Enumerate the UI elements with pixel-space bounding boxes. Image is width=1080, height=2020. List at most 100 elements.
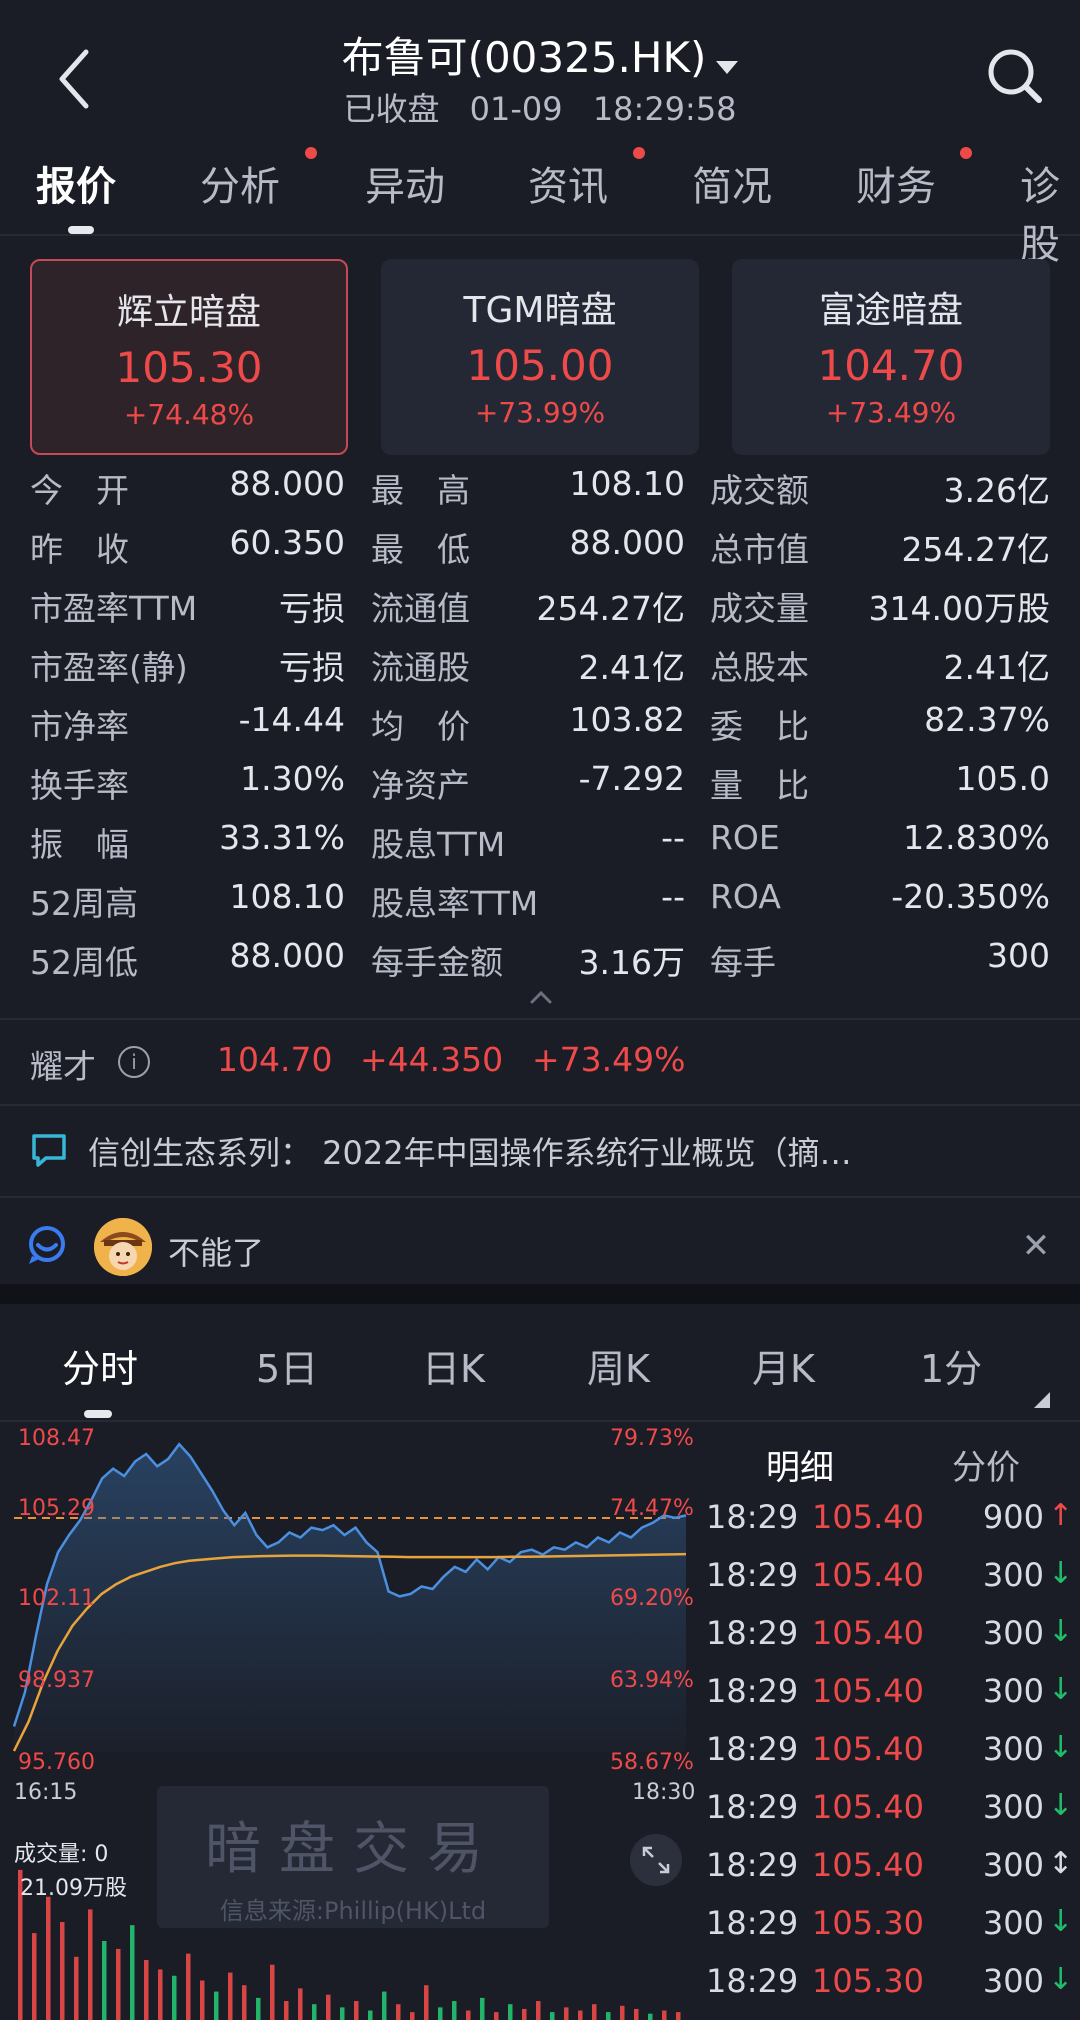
volume-bar xyxy=(256,1997,261,2020)
divider xyxy=(0,1104,1080,1106)
price-distribution-tab[interactable]: 分价 xyxy=(952,1440,1020,1489)
trade-row: 18:29 105.40 300 ↓ xyxy=(700,1614,1080,1672)
close-icon[interactable]: ✕ xyxy=(1016,1226,1056,1266)
stats-row: 市净率 -14.44 均 价 103.82 委 比 82.37% xyxy=(30,700,1050,759)
dark-pool-change: +74.48% xyxy=(123,398,255,431)
trade-direction-icon: ↓ xyxy=(1048,1556,1074,1591)
tab-movement[interactable]: 异动 xyxy=(365,154,445,212)
period-more-icon[interactable] xyxy=(1034,1392,1050,1408)
stat-value: 12.830% xyxy=(903,818,1050,857)
dark-pool-price: 104.70 xyxy=(817,341,965,390)
stats-row: 振 幅 33.31% 股息TTM -- ROE 12.830% xyxy=(30,818,1050,877)
stat-value: 103.82 xyxy=(569,700,685,739)
stat-value: 82.37% xyxy=(924,700,1050,739)
avatar xyxy=(94,1218,152,1276)
header: 布鲁可(00325.HK) 已收盘 01-09 18:29:58 xyxy=(0,0,1080,140)
axis-time-start: 16:15 xyxy=(14,1780,78,1805)
after-hours-change: +44.350 xyxy=(360,1040,504,1079)
stat-value: 300 xyxy=(987,936,1050,975)
volume-bar xyxy=(326,1994,331,2020)
tab-monthly-k[interactable]: 月K xyxy=(752,1338,815,1393)
axis-price-high: 108.47 xyxy=(18,1426,95,1451)
volume-bar xyxy=(466,2010,471,2020)
volume-bar xyxy=(298,1988,303,2020)
stats-row: 今 开 88.000 最 高 108.10 成交额 3.26亿 xyxy=(30,464,1050,523)
stat-label: 委 比 xyxy=(710,707,809,746)
tab-finance[interactable]: 财务 xyxy=(856,154,936,212)
dark-pool-change: +73.99% xyxy=(474,396,606,429)
stat-value: 254.27亿 xyxy=(901,530,1050,569)
trade-time: 18:29 xyxy=(706,1904,799,1942)
dark-pool-card-phillip[interactable]: 辉立暗盘 105.30 +74.48% xyxy=(30,259,348,455)
volume-bar xyxy=(214,1991,219,2020)
tab-news[interactable]: 资讯 xyxy=(528,154,608,212)
trade-row: 18:29 105.30 300 ↓ xyxy=(700,1962,1080,2020)
tab-diagnosis[interactable]: 诊股 xyxy=(1020,154,1080,270)
tab-quote[interactable]: 报价 xyxy=(36,154,116,212)
volume-bar xyxy=(410,2012,415,2020)
stat-label: 股息率TTM xyxy=(371,884,539,923)
tab-1min[interactable]: 1分 xyxy=(920,1338,982,1393)
fullscreen-icon[interactable] xyxy=(630,1834,682,1886)
volume-bar xyxy=(452,2001,457,2020)
dark-pool-change: +73.49% xyxy=(825,396,957,429)
collapse-chevron-icon[interactable] xyxy=(530,990,552,1004)
volume-bar xyxy=(74,1956,79,2020)
news-ticker[interactable]: 信创生态系列： 2022年中国操作系统行业概览（摘… xyxy=(30,1126,1050,1176)
tab-daily-k[interactable]: 日K xyxy=(422,1338,485,1393)
trade-volume: 300 xyxy=(982,1788,1044,1826)
stat-label: 市盈率TTM xyxy=(30,589,198,628)
stock-title: 布鲁可(00325.HK) xyxy=(341,33,707,82)
trade-row: 18:29 105.40 300 ↓ xyxy=(700,1672,1080,1730)
intraday-chart[interactable]: 108.47 105.29 102.11 98.937 95.760 79.73… xyxy=(0,1422,700,2020)
stat-value: 亏损 xyxy=(279,648,345,687)
dark-pool-card-tgm[interactable]: TGM暗盘 105.00 +73.99% xyxy=(381,259,699,455)
tab-finance-dot xyxy=(960,147,972,159)
quote-tabs: 报价 分析 异动 资讯 简况 财务 诊股 xyxy=(0,147,1080,268)
volume-bar xyxy=(522,2008,527,2020)
trade-row: 18:29 105.30 300 ↓ xyxy=(700,1904,1080,1962)
axis-pct-low: 58.67% xyxy=(610,1750,694,1775)
trade-direction-icon: ↓ xyxy=(1048,1730,1074,1765)
trade-row: 18:29 105.40 300 ↓ xyxy=(700,1556,1080,1614)
dark-pool-price: 105.30 xyxy=(115,343,263,392)
info-icon[interactable]: i xyxy=(118,1046,150,1078)
community-comment[interactable]: 不能了 ✕ xyxy=(26,1218,1056,1278)
dark-pool-watermark: 暗盘交易 信息来源:Phillip(HK)Ltd xyxy=(157,1786,549,1928)
dark-pool-price: 105.00 xyxy=(466,341,614,390)
dark-pool-card-futu[interactable]: 富途暗盘 104.70 +73.49% xyxy=(732,259,1050,455)
tab-5day[interactable]: 5日 xyxy=(256,1338,318,1393)
trade-row: 18:29 105.40 300 ↓ xyxy=(700,1788,1080,1846)
tab-intraday[interactable]: 分时 xyxy=(62,1338,138,1393)
after-hours-broker: 耀才 xyxy=(30,1047,96,1086)
trade-volume: 300 xyxy=(982,1904,1044,1942)
trade-time: 18:29 xyxy=(706,1498,799,1536)
stat-value: 1.30% xyxy=(240,759,345,798)
volume-bar xyxy=(508,2004,513,2020)
stat-value: 105.0 xyxy=(955,759,1050,798)
volume-bar xyxy=(340,2007,345,2020)
news-headline: 信创生态系列： 2022年中国操作系统行业概览（摘… xyxy=(88,1134,852,1172)
search-icon[interactable] xyxy=(985,46,1045,106)
volume-bar xyxy=(424,1985,429,2020)
stat-value: 3.16万 xyxy=(578,943,685,982)
trade-time: 18:29 xyxy=(706,1788,799,1826)
comment-text: 不能了 xyxy=(168,1234,265,1272)
stat-value: 314.00万股 xyxy=(868,589,1050,628)
detail-tab[interactable]: 明细 xyxy=(766,1440,834,1489)
volume-bar xyxy=(228,1972,233,2020)
volume-bar xyxy=(284,2001,289,2020)
tab-weekly-k[interactable]: 周K xyxy=(587,1338,650,1393)
section-separator xyxy=(0,1284,1080,1304)
stat-label: 总股本 xyxy=(710,648,809,687)
stock-title-wrap[interactable]: 布鲁可(00325.HK) xyxy=(0,24,1080,85)
volume-bar xyxy=(578,2010,583,2020)
stat-label: 量 比 xyxy=(710,766,809,805)
tab-profile[interactable]: 简况 xyxy=(692,154,772,212)
dropdown-caret-icon xyxy=(716,61,739,74)
stat-label: 股息TTM xyxy=(371,825,506,864)
dark-pool-name: 富途暗盘 xyxy=(818,290,963,331)
stat-value: 亏损 xyxy=(279,589,345,628)
tab-analysis[interactable]: 分析 xyxy=(200,154,280,212)
trade-direction-icon: ↑ xyxy=(1048,1498,1074,1533)
